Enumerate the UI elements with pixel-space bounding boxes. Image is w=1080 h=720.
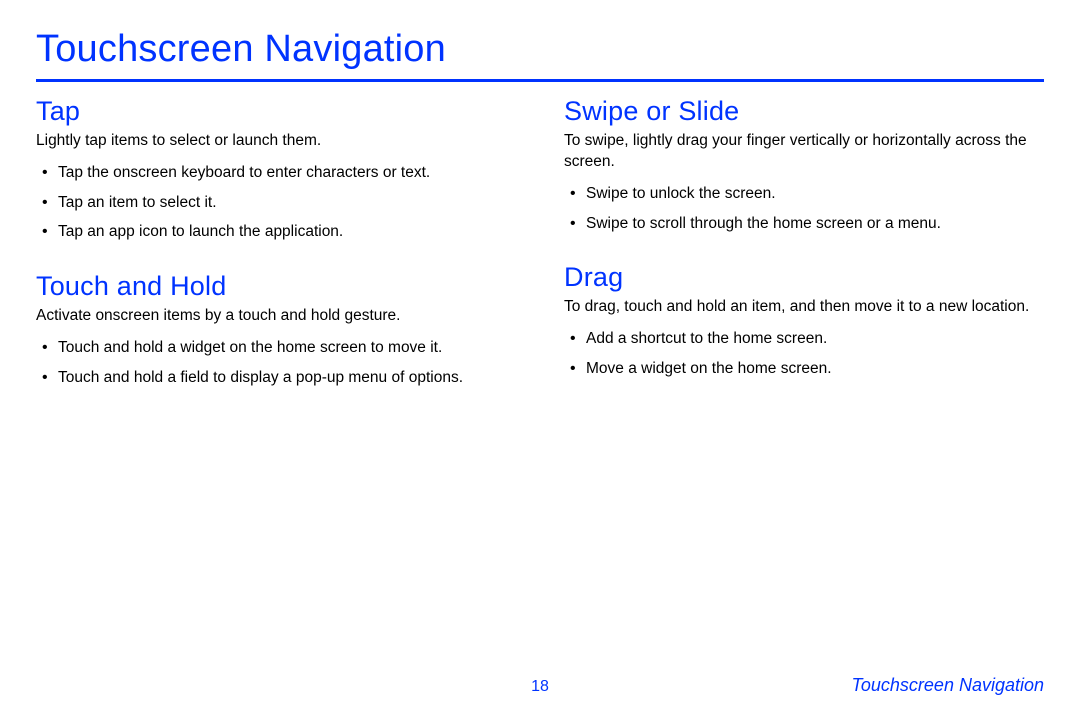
section-intro-swipe: To swipe, lightly drag your finger verti…: [564, 131, 1044, 173]
content-columns: Tap Lightly tap items to select or launc…: [36, 96, 1044, 416]
list-item: Touch and hold a field to display a pop-…: [40, 367, 516, 389]
left-column: Tap Lightly tap items to select or launc…: [36, 96, 516, 416]
right-column: Swipe or Slide To swipe, lightly drag yo…: [564, 96, 1044, 416]
bullet-list-touch-hold: Touch and hold a widget on the home scre…: [36, 337, 516, 388]
list-item: Tap an item to select it.: [40, 192, 516, 214]
section-drag: Drag To drag, touch and hold an item, an…: [564, 262, 1044, 379]
list-item: Move a widget on the home screen.: [568, 358, 1044, 380]
bullet-list-tap: Tap the onscreen keyboard to enter chara…: [36, 162, 516, 243]
list-item: Add a shortcut to the home screen.: [568, 328, 1044, 350]
section-touch-hold: Touch and Hold Activate onscreen items b…: [36, 271, 516, 388]
bullet-list-drag: Add a shortcut to the home screen. Move …: [564, 328, 1044, 379]
page-title: Touchscreen Navigation: [36, 28, 1044, 82]
section-title-touch-hold: Touch and Hold: [36, 271, 516, 302]
section-intro-tap: Lightly tap items to select or launch th…: [36, 131, 516, 152]
section-intro-drag: To drag, touch and hold an item, and the…: [564, 297, 1044, 318]
footer-section-label: Touchscreen Navigation: [549, 675, 1044, 696]
section-title-tap: Tap: [36, 96, 516, 127]
section-swipe: Swipe or Slide To swipe, lightly drag yo…: [564, 96, 1044, 234]
section-tap: Tap Lightly tap items to select or launc…: [36, 96, 516, 243]
list-item: Tap the onscreen keyboard to enter chara…: [40, 162, 516, 184]
bullet-list-swipe: Swipe to unlock the screen. Swipe to scr…: [564, 183, 1044, 234]
list-item: Touch and hold a widget on the home scre…: [40, 337, 516, 359]
section-title-swipe: Swipe or Slide: [564, 96, 1044, 127]
section-intro-touch-hold: Activate onscreen items by a touch and h…: [36, 306, 516, 327]
page-footer: 18 Touchscreen Navigation: [0, 675, 1080, 696]
list-item: Swipe to unlock the screen.: [568, 183, 1044, 205]
page-number: 18: [531, 678, 549, 696]
list-item: Tap an app icon to launch the applicatio…: [40, 221, 516, 243]
list-item: Swipe to scroll through the home screen …: [568, 213, 1044, 235]
section-title-drag: Drag: [564, 262, 1044, 293]
